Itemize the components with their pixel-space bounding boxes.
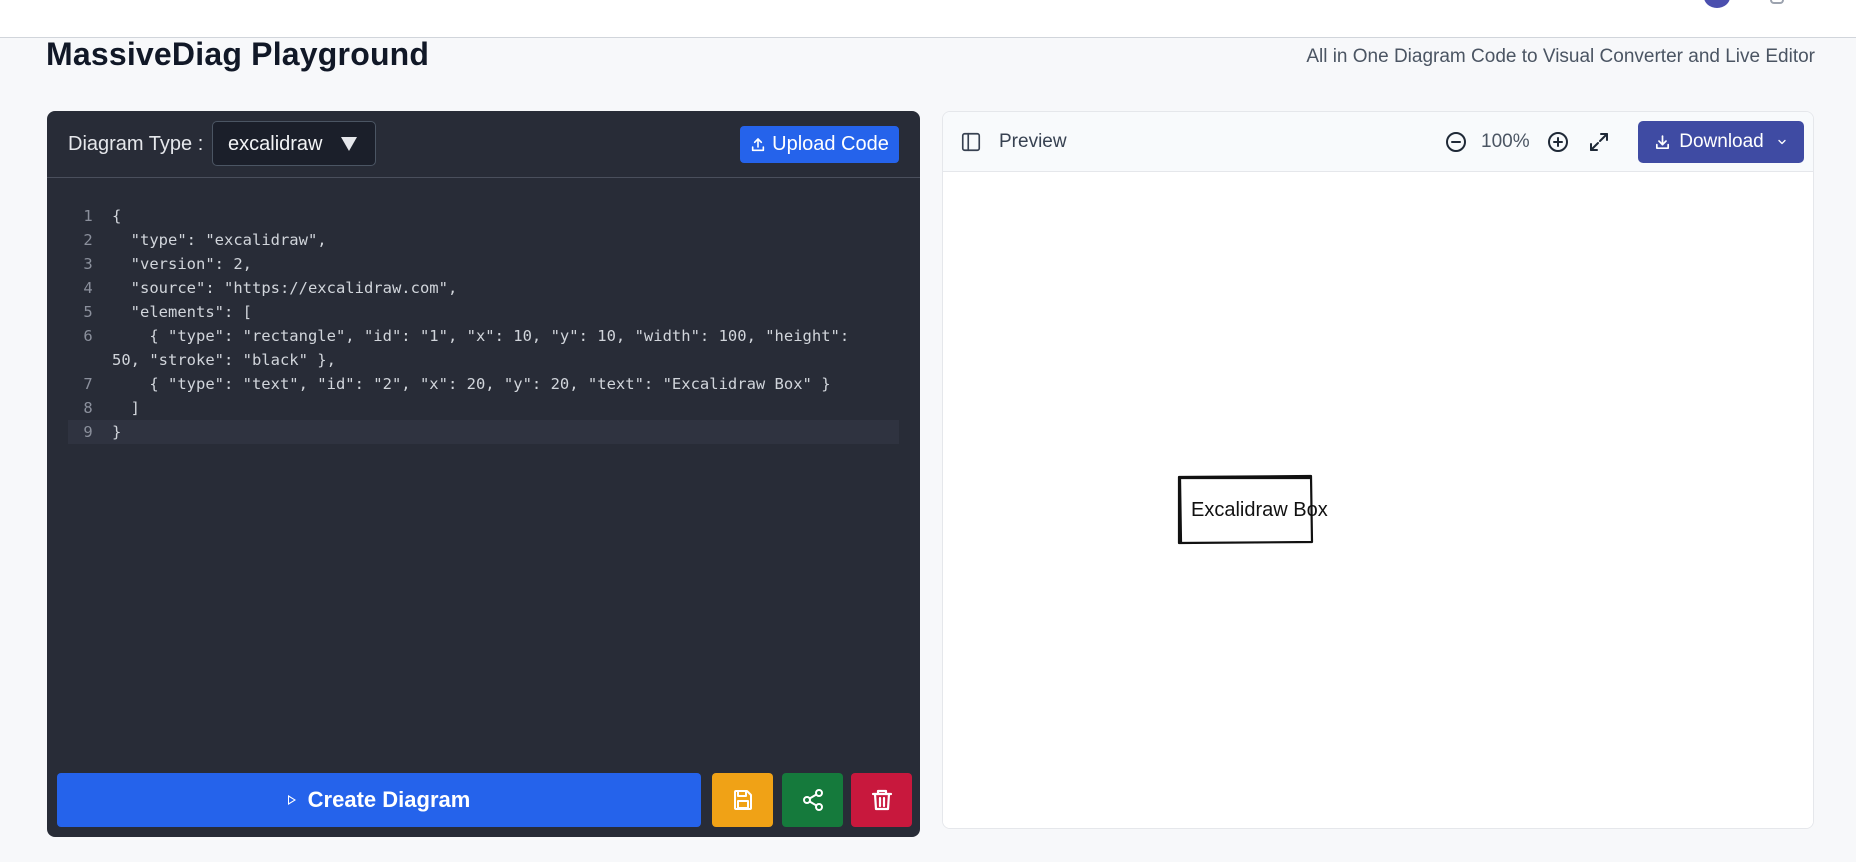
code-text: "type": "excalidraw", (112, 231, 327, 249)
code-line[interactable]: 1{ (68, 204, 899, 228)
line-number: 6 (83, 327, 93, 345)
upload-code-label: Upload Code (772, 133, 889, 155)
diagram-canvas[interactable]: Excalidraw Box (943, 172, 1813, 828)
line-number: 4 (83, 279, 93, 297)
code-text: { "type": "rectangle", "id": "1", "x": 1… (112, 327, 859, 369)
download-button[interactable]: Download (1638, 121, 1804, 163)
line-number: 8 (83, 399, 93, 417)
zoom-level: 100% (1481, 131, 1530, 152)
share-button[interactable] (782, 773, 843, 827)
top-nav-bar (0, 0, 1856, 38)
avatar[interactable] (1704, 0, 1730, 8)
preview-title: Preview (999, 131, 1067, 152)
zoom-in-icon[interactable] (1546, 130, 1570, 154)
line-number: 3 (83, 255, 93, 273)
editor-actions: Create Diagram (57, 773, 912, 827)
code-text: "elements": [ (112, 303, 252, 321)
editor-toolbar: Diagram Type : excalidraw Upload Code (47, 111, 920, 178)
excalidraw-text: Excalidraw Box (1191, 499, 1328, 521)
code-text: "source": "https://excalidraw.com", (112, 279, 458, 297)
trash-icon (871, 789, 892, 811)
fullscreen-icon[interactable] (1587, 130, 1611, 154)
save-icon (733, 790, 752, 810)
code-text: { "type": "text", "id": "2", "x": 20, "y… (112, 375, 831, 393)
upload-code-button[interactable]: Upload Code (740, 126, 899, 163)
code-line[interactable]: 6 { "type": "rectangle", "id": "1", "x":… (68, 324, 899, 372)
line-number: 5 (83, 303, 93, 321)
diagram-type-value: excalidraw (228, 133, 323, 155)
chevron-down-icon (341, 137, 357, 151)
play-icon (287, 795, 296, 805)
share-icon (802, 789, 823, 811)
code-line[interactable]: 5 "elements": [ (68, 300, 899, 324)
code-editor-panel: Diagram Type : excalidraw Upload Code 1{… (47, 111, 920, 837)
code-text: ] (112, 399, 141, 417)
line-number: 2 (83, 231, 93, 249)
code-line[interactable]: 7 { "type": "text", "id": "2", "x": 20, … (68, 372, 899, 396)
delete-button[interactable] (851, 773, 912, 827)
code-line[interactable]: 3 "version": 2, (68, 252, 899, 276)
preview-toolbar: Preview 100% Download (943, 112, 1813, 172)
code-text: { (112, 207, 122, 225)
code-line[interactable]: 4 "source": "https://excalidraw.com", (68, 276, 899, 300)
upload-icon (751, 137, 765, 151)
code-text: } (112, 423, 122, 441)
page-title: MassiveDiag Playground (46, 36, 430, 72)
code-line[interactable]: 8 ] (68, 396, 899, 420)
line-number: 1 (83, 207, 93, 225)
code-line[interactable]: 9} (68, 420, 899, 444)
zoom-out-icon[interactable] (1444, 130, 1468, 154)
save-button[interactable] (712, 773, 773, 827)
download-icon (1656, 134, 1670, 149)
nav-icon[interactable] (1770, 0, 1784, 4)
line-number: 9 (83, 423, 93, 441)
code-line[interactable]: 2 "type": "excalidraw", (68, 228, 899, 252)
diagram-svg: Excalidraw Box (1177, 474, 1328, 545)
chevron-down-icon (1778, 139, 1786, 145)
line-number: 7 (83, 375, 93, 393)
create-diagram-button[interactable]: Create Diagram (57, 773, 701, 827)
download-label: Download (1679, 131, 1764, 152)
create-diagram-label: Create Diagram (307, 787, 471, 812)
preview-panel: Preview 100% Download Excalidraw Box (942, 111, 1814, 829)
code-editor[interactable]: 1{2 "type": "excalidraw", 3 "version": 2,… (68, 204, 899, 444)
diagram-type-select[interactable]: excalidraw (212, 121, 376, 166)
sidebar-toggle-icon[interactable] (960, 131, 982, 153)
nav-menu-stub[interactable] (78, 0, 138, 4)
diagram-type-label: Diagram Type : (68, 133, 204, 155)
code-text: "version": 2, (112, 255, 252, 273)
page-subtitle: All in One Diagram Code to Visual Conver… (1306, 46, 1815, 67)
